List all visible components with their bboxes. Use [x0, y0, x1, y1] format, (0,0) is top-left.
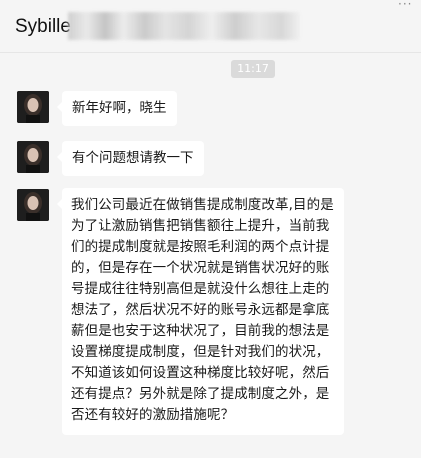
message-bubble[interactable]: 我们公司最近在做销售提成制度改革,目的是为了让激励销售把销售额往上提升，当前我们… [57, 188, 344, 435]
contact-avatar[interactable] [17, 189, 49, 221]
message-bubble[interactable]: 新年好啊，晓生 [57, 91, 177, 126]
message-text: 我们公司最近在做销售提成制度改革,目的是为了让激励销售把销售额往上提升，当前我们… [71, 197, 334, 423]
more-dots-icon[interactable]: ··· [398, 0, 414, 10]
message-text: 有个问题想请教一下 [72, 150, 194, 166]
redacted-name-blur [68, 12, 300, 40]
message-bubble[interactable]: 有个问题想请教一下 [57, 141, 204, 176]
contact-name[interactable]: Sybille [15, 15, 71, 39]
message-text: 新年好啊，晓生 [72, 100, 167, 116]
contact-avatar[interactable] [17, 91, 49, 123]
chat-header: Sybille ··· [0, 0, 421, 53]
contact-avatar[interactable] [17, 141, 49, 173]
message-timestamp: 11:17 [231, 60, 275, 78]
